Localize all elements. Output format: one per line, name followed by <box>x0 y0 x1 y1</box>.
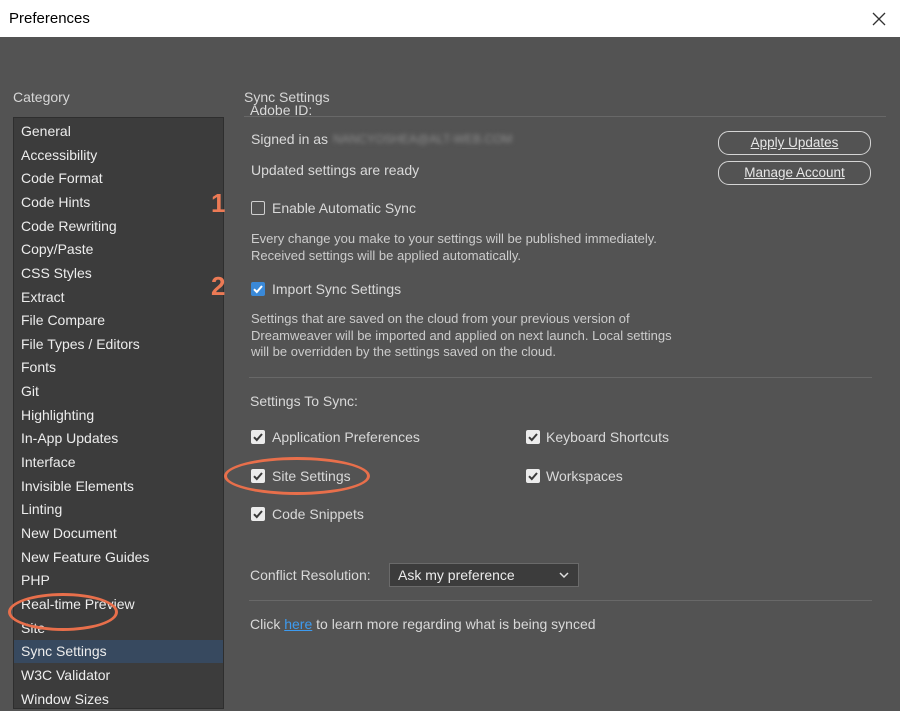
checkmark-icon <box>253 510 263 519</box>
title-bar: Preferences <box>0 0 900 37</box>
category-item-copy-paste[interactable]: Copy/Paste <box>14 238 223 261</box>
signed-in-label: Signed in as <box>251 131 329 147</box>
category-item-window-sizes[interactable]: Window Sizes <box>14 688 223 711</box>
chevron-down-icon <box>559 572 569 579</box>
category-item-interface[interactable]: Interface <box>14 451 223 474</box>
category-item-php[interactable]: PHP <box>14 569 223 592</box>
step-2-marker: 2 <box>211 271 226 301</box>
keyboard-shortcuts-checkbox[interactable] <box>526 430 540 444</box>
code-snippets-label[interactable]: Code Snippets <box>272 506 364 522</box>
auto-sync-desc-line: Every change you make to your settings w… <box>251 231 657 246</box>
category-label: Category <box>13 89 70 105</box>
conflict-resolution-label: Conflict Resolution: <box>250 567 371 583</box>
section-divider <box>249 377 872 378</box>
category-item-linting[interactable]: Linting <box>14 498 223 521</box>
application-preferences-checkbox[interactable] <box>251 430 265 444</box>
updated-settings-label: Updated settings are ready <box>251 162 420 178</box>
category-item-file-types-editors[interactable]: File Types / Editors <box>14 333 223 356</box>
category-item-new-document[interactable]: New Document <box>14 522 223 545</box>
signed-in-email: NANCYOSHEA@ALT-WEB.COM <box>333 132 513 146</box>
category-item-code-rewriting[interactable]: Code Rewriting <box>14 215 223 238</box>
conflict-resolution-value: Ask my preference <box>398 567 515 583</box>
title-divider <box>244 116 886 117</box>
category-item-new-feature-guides[interactable]: New Feature Guides <box>14 546 223 569</box>
footer-divider <box>249 600 872 601</box>
workspaces-checkbox[interactable] <box>526 469 540 483</box>
import-sync-settings-label[interactable]: Import Sync Settings <box>272 281 401 297</box>
category-item-invisible-elements[interactable]: Invisible Elements <box>14 475 223 498</box>
checkmark-icon <box>253 285 263 294</box>
dialog-body: Category General Accessibility Code Form… <box>0 37 900 709</box>
keyboard-shortcuts-label[interactable]: Keyboard Shortcuts <box>546 429 669 445</box>
adobe-id-label: Adobe ID: <box>250 102 313 118</box>
import-sync-description: Settings that are saved on the cloud fro… <box>251 311 672 361</box>
import-desc-line: will be overridden by the settings saved… <box>251 344 556 359</box>
category-item-git[interactable]: Git <box>14 380 223 403</box>
category-item-w3c-validator[interactable]: W3C Validator <box>14 664 223 687</box>
manage-account-button[interactable]: Manage Account <box>718 161 871 185</box>
category-item-extract[interactable]: Extract <box>14 286 223 309</box>
code-snippets-checkbox[interactable] <box>251 507 265 521</box>
apply-updates-button[interactable]: Apply Updates <box>718 131 871 155</box>
sync-settings-highlight <box>8 593 118 631</box>
footer-text: Click here to learn more regarding what … <box>250 616 596 632</box>
category-item-accessibility[interactable]: Accessibility <box>14 144 223 167</box>
auto-sync-description: Every change you make to your settings w… <box>251 231 657 264</box>
footer-text-after: to learn more regarding what is being sy… <box>316 616 596 632</box>
category-item-code-format[interactable]: Code Format <box>14 167 223 190</box>
workspaces-label[interactable]: Workspaces <box>546 468 623 484</box>
category-item-sync-settings[interactable]: Sync Settings <box>14 640 223 664</box>
conflict-resolution-select[interactable]: Ask my preference <box>389 563 579 587</box>
auto-sync-desc-line: Received settings will be applied automa… <box>251 247 522 263</box>
here-link[interactable]: here <box>284 616 312 632</box>
import-sync-settings-checkbox[interactable] <box>251 282 265 296</box>
application-preferences-label[interactable]: Application Preferences <box>272 429 420 445</box>
category-item-css-styles[interactable]: CSS Styles <box>14 262 223 285</box>
footer-text-before: Click <box>250 616 281 632</box>
category-item-code-hints[interactable]: Code Hints <box>14 191 223 214</box>
checkmark-icon <box>528 472 538 481</box>
close-button[interactable] <box>864 4 894 34</box>
enable-automatic-sync-checkbox[interactable] <box>251 201 265 215</box>
window-title: Preferences <box>9 10 90 27</box>
checkmark-icon <box>528 433 538 442</box>
site-settings-highlight <box>224 457 370 495</box>
import-desc-line: Dreamweaver will be imported and applied… <box>251 327 672 343</box>
category-item-highlighting[interactable]: Highlighting <box>14 404 223 427</box>
category-item-in-app-updates[interactable]: In-App Updates <box>14 427 223 450</box>
category-item-file-compare[interactable]: File Compare <box>14 309 223 332</box>
close-icon <box>872 12 886 26</box>
category-item-fonts[interactable]: Fonts <box>14 356 223 379</box>
settings-to-sync-label: Settings To Sync: <box>250 393 358 409</box>
category-item-general[interactable]: General <box>14 120 223 143</box>
import-desc-line: Settings that are saved on the cloud fro… <box>251 311 630 326</box>
checkmark-icon <box>253 433 263 442</box>
enable-automatic-sync-label[interactable]: Enable Automatic Sync <box>272 200 416 216</box>
step-1-marker: 1 <box>211 188 226 218</box>
